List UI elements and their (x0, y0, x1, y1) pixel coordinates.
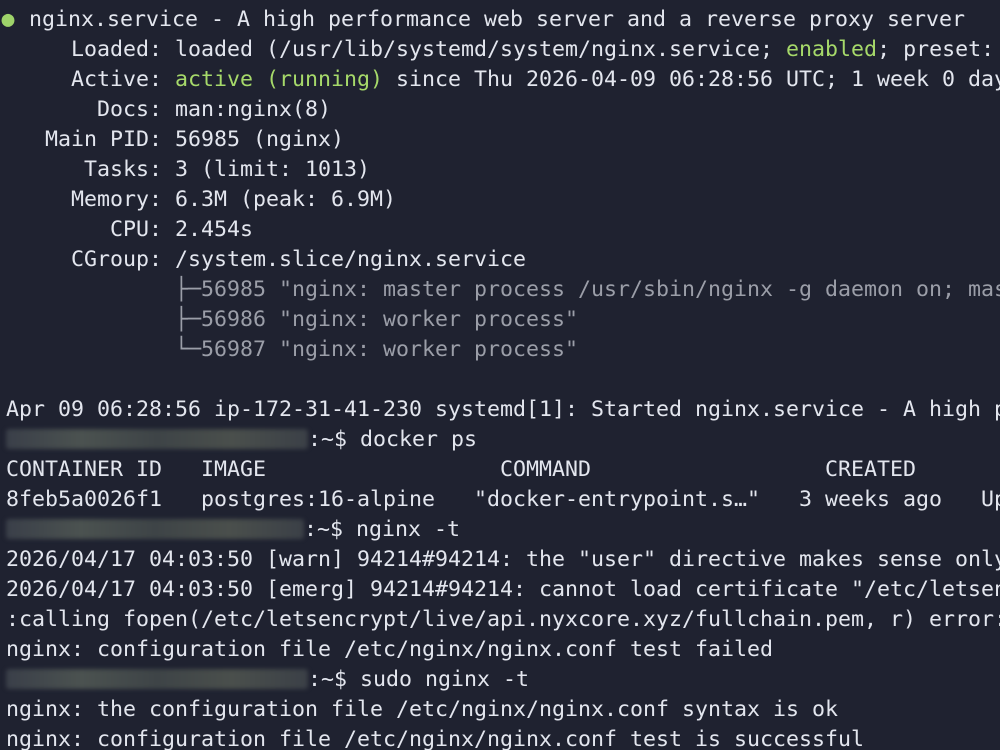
cpu-value: 2.454s (175, 217, 254, 242)
prompt-line: :~$ sudo nginx -t (0, 665, 1000, 695)
output-line: nginx: the configuration file /etc/nginx… (6, 697, 839, 722)
active-label: Active: (6, 67, 176, 92)
docs-line: Docs: man:nginx(8) (0, 95, 1000, 125)
terminal-window[interactable]: ● nginx.service - A high performance web… (0, 0, 1000, 750)
output-line: :calling fopen(/etc/letsencrypt/live/api… (6, 607, 1000, 632)
pid-value: 56985 (nginx) (175, 127, 345, 152)
journal-line: Apr 09 06:28:56 ip-172-31-41-230 systemd… (6, 397, 1000, 422)
prompt-suffix: :~$ (308, 427, 361, 452)
memory-label: Memory: (6, 187, 176, 212)
tasks-line: Tasks: 3 (limit: 1013) (0, 155, 1000, 185)
enabled-badge: enabled (786, 37, 878, 62)
process-tree-item: └─56987 "nginx: worker process" (6, 337, 579, 362)
process-tree-item: ├─56985 "nginx: master process /usr/sbin… (6, 277, 1000, 302)
output-line: 2026/04/17 04:03:50 [emerg] 94214#94214:… (6, 577, 1000, 602)
output-line: nginx: configuration file /etc/nginx/ngi… (6, 637, 774, 662)
cgroup-line: CGroup: /system.slice/nginx.service (0, 245, 1000, 275)
docs-label: Docs: (6, 97, 176, 122)
prompt-suffix: :~$ (304, 517, 357, 542)
cpu-label: CPU: (6, 217, 176, 242)
status-dot-icon: ● (1, 7, 15, 32)
redacted-hostname (6, 519, 304, 539)
active-line: Active: active (running) since Thu 2026-… (0, 65, 1000, 95)
cgroup-value: /system.slice/nginx.service (175, 247, 527, 272)
output-line: 2026/04/17 04:03:50 [warn] 94214#94214: … (6, 547, 1000, 572)
redacted-hostname (6, 669, 308, 689)
prompt-line: :~$ docker ps (0, 425, 1000, 455)
loaded-label: Loaded: (6, 37, 176, 62)
command-text: docker ps (360, 427, 478, 452)
prompt-line: :~$ nginx -t (0, 515, 1000, 545)
docker-row: 8feb5a0026f1 postgres:16-alpine "docker-… (6, 487, 1000, 512)
prompt-suffix: :~$ (308, 667, 361, 692)
pid-line: Main PID: 56985 (nginx) (0, 125, 1000, 155)
loaded-line: Loaded: loaded (/usr/lib/systemd/system/… (0, 35, 1000, 65)
tasks-label: Tasks: (6, 157, 176, 182)
cgroup-label: CGroup: (6, 247, 176, 272)
loaded-preset: ; preset: (877, 37, 1000, 62)
pid-label: Main PID: (6, 127, 176, 152)
loaded-value: loaded (/usr/lib/systemd/system/nginx.se… (175, 37, 787, 62)
output-line: nginx: configuration file /etc/nginx/ngi… (6, 727, 865, 750)
docs-value: man:nginx(8) (175, 97, 332, 122)
command-text: nginx -t (356, 517, 461, 542)
service-title: nginx.service - A high performance web s… (29, 7, 966, 32)
active-since: since Thu 2026-04-09 06:28:56 UTC; 1 wee… (383, 67, 1000, 92)
service-title-line: ● nginx.service - A high performance web… (0, 5, 1000, 35)
docker-header: CONTAINER ID IMAGE COMMAND CREATED ST (6, 457, 1000, 482)
process-tree-item: ├─56986 "nginx: worker process" (6, 307, 579, 332)
cpu-line: CPU: 2.454s (0, 215, 1000, 245)
memory-line: Memory: 6.3M (peak: 6.9M) (0, 185, 1000, 215)
redacted-hostname (6, 429, 308, 449)
tasks-value: 3 (limit: 1013) (175, 157, 371, 182)
memory-value: 6.3M (peak: 6.9M) (175, 187, 397, 212)
active-state: active (running) (175, 67, 384, 92)
command-text: sudo nginx -t (360, 667, 530, 692)
